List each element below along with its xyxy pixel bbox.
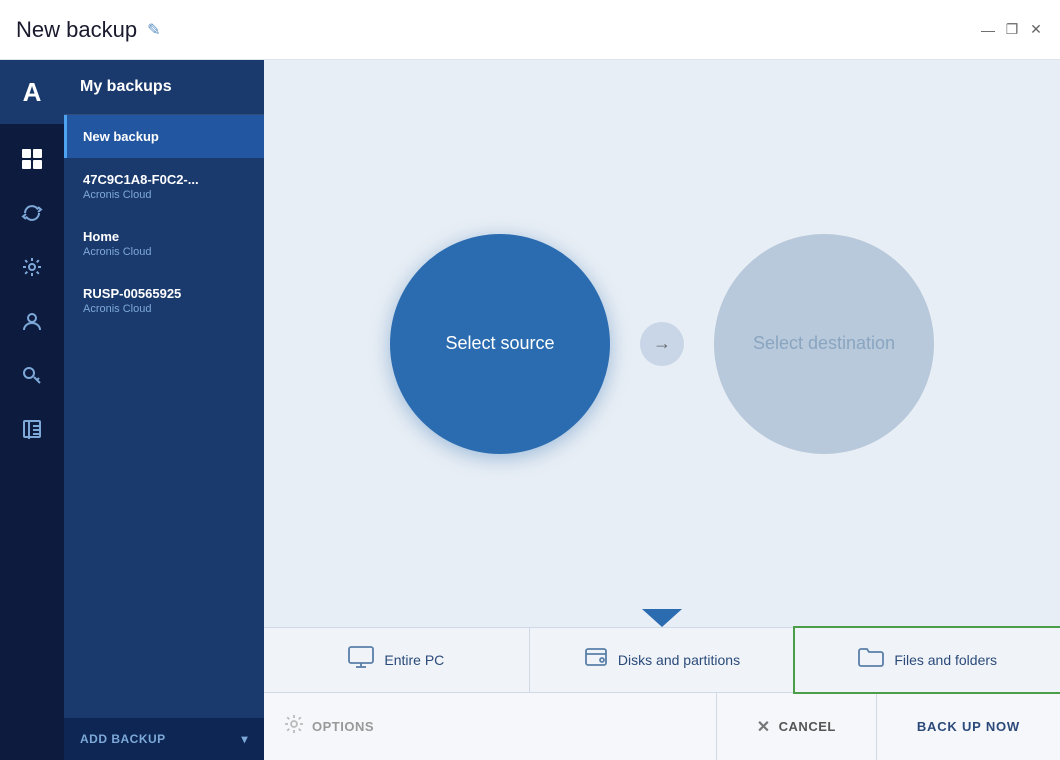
source-label: Select source — [445, 333, 554, 354]
strip-icon-account[interactable] — [0, 294, 64, 348]
icon-strip: A — [0, 60, 64, 760]
backup-item-name-3: RUSP-00565925 — [83, 286, 248, 301]
backup-item-sub-1: Acronis Cloud — [83, 189, 248, 201]
backup-panel-header: My backups — [64, 60, 264, 115]
destination-label: Select destination — [753, 333, 895, 354]
app-logo: A — [0, 60, 64, 124]
app-logo-letter: A — [23, 77, 42, 108]
options-section: OPTIONS — [264, 714, 716, 739]
backup-item-name-1: 47C9C1A8-F0C2-... — [83, 172, 248, 187]
titlebar: New backup ✎ — ❐ ✕ — [0, 0, 1060, 60]
backup-item-sub-2: Acronis Cloud — [83, 246, 248, 258]
backup-item-sub-3: Acronis Cloud — [83, 303, 248, 315]
main-canvas: Select source → Select destination — [264, 60, 1060, 627]
backup-item-name-new: New backup — [83, 129, 248, 144]
content-area: Select source → Select destination — [264, 60, 1060, 760]
cancel-button[interactable]: ✕ CANCEL — [716, 693, 877, 760]
tab-disks-partitions[interactable]: Disks and partitions — [530, 628, 796, 692]
select-source-button[interactable]: Select source — [390, 234, 610, 454]
add-backup-label: ADD BACKUP — [80, 732, 166, 746]
tab-entire-pc-label: Entire PC — [384, 652, 444, 668]
down-arrow-indicator — [642, 609, 682, 627]
backup-item-2[interactable]: Home Acronis Cloud — [64, 215, 264, 272]
backup-now-button[interactable]: BACK UP NOW — [877, 693, 1060, 760]
backup-item-name-2: Home — [83, 229, 248, 244]
backup-now-label: BACK UP NOW — [917, 719, 1020, 734]
backup-item-3[interactable]: RUSP-00565925 Acronis Cloud — [64, 272, 264, 329]
backup-panel: My backups New backup 47C9C1A8-F0C2-... … — [64, 60, 264, 760]
add-backup-button[interactable]: ADD BACKUP ▾ — [64, 718, 264, 760]
tab-entire-pc[interactable]: Entire PC — [264, 628, 530, 692]
backup-list: New backup 47C9C1A8-F0C2-... Acronis Clo… — [64, 115, 264, 718]
monitor-icon — [348, 646, 374, 674]
cancel-label: CANCEL — [779, 719, 836, 734]
strip-icon-book[interactable] — [0, 402, 64, 456]
options-label: OPTIONS — [312, 719, 374, 734]
minimize-button[interactable]: — — [980, 22, 996, 38]
add-backup-chevron-icon: ▾ — [241, 732, 248, 746]
strip-nav — [0, 132, 64, 456]
main-layout: A — [0, 60, 1060, 760]
backup-item-new[interactable]: New backup — [64, 115, 264, 158]
folder-icon — [858, 646, 884, 674]
maximize-button[interactable]: ❐ — [1004, 22, 1020, 38]
close-button[interactable]: ✕ — [1028, 22, 1044, 38]
tab-files-label: Files and folders — [894, 652, 997, 668]
edit-title-icon[interactable]: ✎ — [147, 20, 160, 40]
strip-icon-tools[interactable] — [0, 240, 64, 294]
backup-circles: Select source → Select destination — [390, 234, 934, 454]
action-bar: OPTIONS ✕ CANCEL BACK UP NOW — [264, 692, 1060, 760]
tab-disks-label: Disks and partitions — [618, 652, 740, 668]
strip-icon-key[interactable] — [0, 348, 64, 402]
arrow-icon: → — [640, 322, 684, 366]
source-tabs: Entire PC Disks and partitions — [264, 627, 1060, 692]
strip-icon-dashboard[interactable] — [0, 132, 64, 186]
tab-files-folders[interactable]: Files and folders — [793, 626, 1060, 694]
app-window: New backup ✎ — ❐ ✕ A — [0, 0, 1060, 760]
window-controls: — ❐ ✕ — [980, 22, 1044, 38]
cancel-x-icon: ✕ — [757, 717, 771, 737]
disk-icon — [584, 646, 608, 674]
page-title: New backup — [16, 17, 137, 43]
select-destination-button[interactable]: Select destination — [714, 234, 934, 454]
backup-item-1[interactable]: 47C9C1A8-F0C2-... Acronis Cloud — [64, 158, 264, 215]
strip-icon-sync[interactable] — [0, 186, 64, 240]
gear-icon[interactable] — [284, 714, 304, 739]
